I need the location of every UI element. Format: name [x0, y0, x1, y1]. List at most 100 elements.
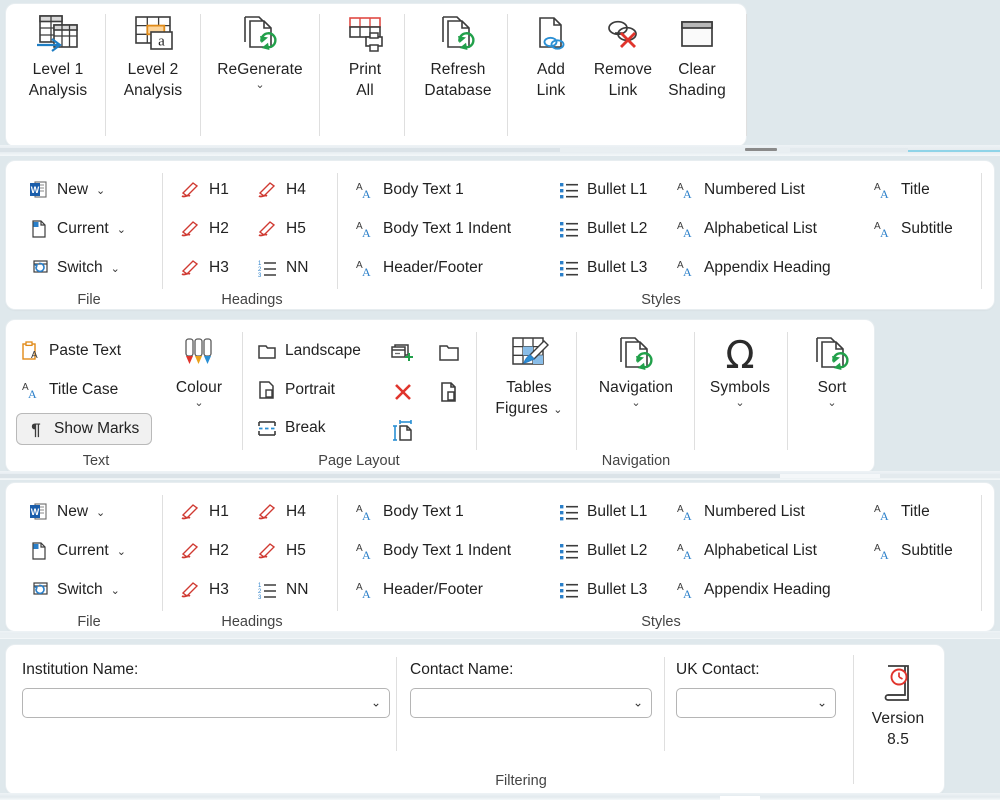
button-heading-h1-2[interactable]: H1: [176, 497, 233, 527]
button-portrait-label: Portrait: [285, 381, 335, 398]
switch-window-icon: [28, 257, 50, 279]
button-heading-h4-2[interactable]: H4: [253, 497, 310, 527]
button-add-window[interactable]: [388, 338, 418, 368]
button-heading-h5[interactable]: H5: [253, 214, 310, 244]
button-style-header-footer-2[interactable]: AA Header/Footer: [350, 575, 487, 605]
button-heading-nn-2[interactable]: 1 2 3 NN: [253, 575, 312, 605]
button-heading-h3-2[interactable]: H3: [176, 575, 233, 605]
ribbon-panel-styles-top: W New ⌄ Current ⌄ Switch ⌄ File H1 H2 H3…: [6, 161, 994, 309]
chevron-down-icon[interactable]: ⌄: [111, 262, 120, 275]
button-style-header-footer[interactable]: AA Header/Footer: [350, 253, 487, 283]
chevron-down-icon[interactable]: ⌄: [96, 184, 105, 197]
button-style-title-2[interactable]: AA Title: [868, 497, 934, 527]
button-heading-h3[interactable]: H3: [176, 253, 233, 283]
button-switch-window[interactable]: Switch ⌄: [24, 253, 124, 283]
button-version[interactable]: Version 8.5: [854, 663, 942, 749]
button-symbols-label: Symbols: [709, 379, 771, 396]
svg-text:A: A: [880, 548, 889, 561]
uk-contact-select[interactable]: [676, 688, 836, 718]
button-break[interactable]: Break: [252, 413, 330, 443]
button-style-bullet-l2-2[interactable]: Bullet L2: [554, 536, 651, 566]
button-resize-page[interactable]: [388, 416, 418, 446]
button-style-body-text-1-indent-2[interactable]: AA Body Text 1 Indent: [350, 536, 515, 566]
button-new-folder[interactable]: [434, 338, 464, 368]
button-print-all[interactable]: Print All: [317, 12, 413, 100]
button-style-alphabetical-list[interactable]: AA Alphabetical List: [671, 214, 821, 244]
button-style-bullet-l1[interactable]: Bullet L1: [554, 175, 651, 205]
landscape-page-icon: [256, 340, 278, 362]
button-switch-window-2[interactable]: Switch ⌄: [24, 575, 124, 605]
button-regenerate[interactable]: ReGenerate ⌄: [203, 12, 317, 91]
collapsed-ribbon-strip: [0, 631, 1000, 639]
button-style-body-text-1-indent[interactable]: AA Body Text 1 Indent: [350, 214, 515, 244]
svg-text:A: A: [683, 548, 692, 561]
svg-text:A: A: [362, 226, 371, 239]
chevron-down-icon[interactable]: ⌄: [631, 398, 640, 409]
button-style-bullet-l2[interactable]: Bullet L2: [554, 214, 651, 244]
button-style-alphabetical-list-2[interactable]: AA Alphabetical List: [671, 536, 821, 566]
button-tables-figures[interactable]: Tables Figures ⌄: [484, 334, 574, 420]
button-style-subtitle-2[interactable]: AA Subtitle: [868, 536, 957, 566]
collapsed-ribbon-strip: [0, 145, 1000, 156]
button-style-bullet-l1-2-label: Bullet L1: [587, 503, 648, 520]
button-style-subtitle[interactable]: AA Subtitle: [868, 214, 957, 244]
button-symbols[interactable]: Ω Symbols ⌄: [696, 334, 784, 409]
button-show-marks[interactable]: ¶ Show Marks: [16, 413, 153, 445]
button-current-document-2[interactable]: Current ⌄: [24, 536, 130, 566]
chevron-down-icon[interactable]: ⌄: [255, 80, 264, 91]
button-sort[interactable]: Sort ⌄: [788, 334, 876, 409]
button-style-bullet-l3-2[interactable]: Bullet L3: [554, 575, 651, 605]
button-style-body-text-1[interactable]: A A Body Text 1: [350, 175, 468, 205]
pen-heading-icon: [257, 540, 279, 562]
button-delete-cross[interactable]: [388, 377, 418, 407]
button-portrait[interactable]: Portrait: [252, 375, 339, 405]
style-aa-icon: AA: [872, 501, 894, 523]
chevron-down-icon[interactable]: ⌄: [194, 398, 203, 409]
button-heading-h4[interactable]: H4: [253, 175, 310, 205]
button-heading-h2-2[interactable]: H2: [176, 536, 233, 566]
button-style-appendix-heading-2[interactable]: AA Appendix Heading: [671, 575, 835, 605]
group-divider: [476, 332, 477, 450]
button-current-document[interactable]: Current ⌄: [24, 214, 130, 244]
style-aa-icon: AA: [354, 540, 376, 562]
chevron-down-icon[interactable]: ⌄: [111, 584, 120, 597]
button-title-case[interactable]: AA Title Case: [16, 375, 122, 405]
button-style-appendix-heading[interactable]: AA Appendix Heading: [671, 253, 835, 283]
button-new-document-2[interactable]: W New ⌄: [24, 497, 109, 527]
label-contact-name: Contact Name:: [410, 661, 514, 678]
button-colour[interactable]: Colour ⌄: [156, 334, 242, 409]
button-heading-nn-2-label: NN: [286, 581, 309, 598]
button-paste-text[interactable]: A Paste Text: [16, 336, 125, 366]
contact-name-select[interactable]: [410, 688, 652, 718]
portrait-page-icon: [256, 379, 278, 401]
chevron-down-icon[interactable]: ⌄: [735, 398, 744, 409]
button-heading-h1[interactable]: H1: [176, 175, 233, 205]
svg-text:A: A: [362, 548, 371, 561]
button-level-1-analysis[interactable]: Level 1 Analysis: [10, 12, 106, 100]
button-style-numbered-list-2[interactable]: AA Numbered List: [671, 497, 809, 527]
chevron-down-icon[interactable]: ⌄: [117, 545, 126, 558]
chevron-down-icon[interactable]: ⌄: [553, 404, 562, 416]
button-current-document-2-label: Current: [57, 542, 109, 559]
button-style-bullet-l1-2[interactable]: Bullet L1: [554, 497, 651, 527]
button-copy-page[interactable]: [434, 377, 464, 407]
button-clear-shading[interactable]: Clear Shading: [650, 12, 744, 100]
button-style-body-text-1-2[interactable]: AA Body Text 1: [350, 497, 468, 527]
ribbon-panel-analysis: Level 1 Analysis a Level 2 Analysis ReGe…: [6, 4, 747, 146]
button-style-title[interactable]: AA Title: [868, 175, 934, 205]
button-new-document[interactable]: W New ⌄: [24, 175, 109, 205]
button-landscape[interactable]: Landscape: [252, 336, 365, 366]
button-style-numbered-list[interactable]: AA Numbered List: [671, 175, 809, 205]
button-navigation[interactable]: Navigation ⌄: [582, 334, 690, 409]
button-heading-h5-2[interactable]: H5: [253, 536, 310, 566]
button-refresh-database[interactable]: Refresh Database: [410, 12, 506, 100]
style-aa-icon: AA: [675, 257, 697, 279]
chevron-down-icon[interactable]: ⌄: [117, 223, 126, 236]
institution-name-select[interactable]: [22, 688, 390, 718]
button-style-bullet-l3[interactable]: Bullet L3: [554, 253, 651, 283]
button-heading-nn[interactable]: 1 2 3 NN: [253, 253, 312, 283]
button-heading-h2[interactable]: H2: [176, 214, 233, 244]
chevron-down-icon[interactable]: ⌄: [827, 398, 836, 409]
button-level-2-analysis[interactable]: a Level 2 Analysis: [105, 12, 201, 100]
chevron-down-icon[interactable]: ⌄: [96, 506, 105, 519]
